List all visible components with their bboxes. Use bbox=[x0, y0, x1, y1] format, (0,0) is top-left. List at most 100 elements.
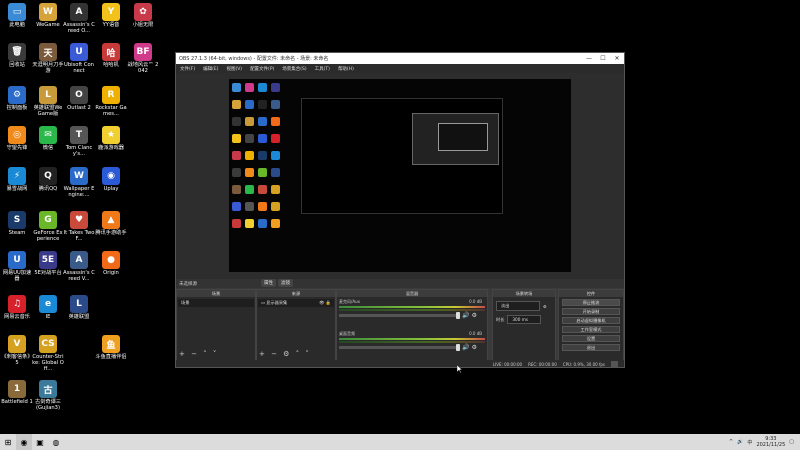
menu-help[interactable]: 帮助(H) bbox=[334, 66, 358, 72]
desktop-icon[interactable]: A Assassin's Creed V... bbox=[63, 249, 95, 293]
desktop-icon[interactable]: 天天涯明月刀手游 bbox=[32, 41, 64, 85]
notification-icon[interactable]: ▢ bbox=[789, 439, 794, 445]
desktop-icon[interactable]: W WeGame bbox=[32, 1, 64, 45]
menu-file[interactable]: 文件(F) bbox=[176, 66, 199, 72]
preview-mini-icon bbox=[258, 117, 267, 126]
scenes-toolbar[interactable]: + − ˄ ˅ bbox=[179, 350, 218, 358]
desktop-icon[interactable]: T Tom Clancy's... bbox=[63, 124, 95, 168]
desktop-icon[interactable]: ✿ 小姐无限 bbox=[127, 1, 159, 45]
desktop-icon[interactable]: L 英雄联盟 bbox=[63, 293, 95, 337]
desktop-icon[interactable]: ⚙ 控制面板 bbox=[1, 84, 33, 128]
menu-scene-collection[interactable]: 场景集合(S) bbox=[278, 66, 310, 72]
app-icon: 🗑 bbox=[8, 43, 26, 61]
desktop-icon[interactable]: ◉ Uplay bbox=[95, 165, 127, 209]
desktop-icon[interactable]: e IE bbox=[32, 293, 64, 337]
qq-taskbar-icon[interactable]: ◍ bbox=[48, 434, 64, 450]
audio-mixer-dock: 混音器 麦克风/Aux 0.0 dB 🔊 ⚙ 桌面音频 0.0 dB 🔊 ⚙ bbox=[336, 289, 488, 361]
desktop-icon[interactable]: W Wallpaper Engine:... bbox=[63, 165, 95, 209]
desktop-icon-label: Counter-Strike: Global Off... bbox=[32, 354, 64, 372]
menu-view[interactable]: 视图(V) bbox=[222, 66, 246, 72]
menu-tools[interactable]: 工具(T) bbox=[311, 66, 334, 72]
app-icon: 天 bbox=[39, 43, 57, 61]
visibility-icon[interactable]: 👁 🔒 bbox=[319, 300, 331, 306]
desktop-icon[interactable]: A Assassin's Creed O... bbox=[63, 1, 95, 45]
preview-mini-icon bbox=[232, 117, 241, 126]
transition-select[interactable]: 淡出 bbox=[496, 301, 540, 311]
settings-button[interactable]: 设置 bbox=[562, 335, 620, 342]
menu-profile[interactable]: 配置文件(P) bbox=[246, 66, 278, 72]
studio-mode-button[interactable]: 工作室模式 bbox=[562, 326, 620, 333]
start-button-icon[interactable]: ⊞ bbox=[0, 434, 16, 450]
desktop-icon[interactable]: 哈哈哈机 bbox=[95, 41, 127, 85]
gear-icon[interactable]: ⚙ bbox=[543, 304, 547, 309]
desktop-icon[interactable]: Y YY语音 bbox=[95, 1, 127, 45]
desktop-icon[interactable]: G GeForce Experience bbox=[32, 209, 64, 253]
exit-button[interactable]: 退出 bbox=[562, 344, 620, 351]
taskbar: ⊞ ◉ ▣ ◍ ^ 🔊 中 9:33 2021/11/25 ▢ bbox=[0, 434, 800, 450]
obs-titlebar[interactable]: OBS 27.1.3 (64-bit, windows) - 配置文件: 未命名… bbox=[176, 53, 624, 64]
desktop-icon[interactable]: BF 战地风云™ 2042 bbox=[127, 41, 159, 85]
stop-streaming-button[interactable]: 停止推流 bbox=[562, 299, 620, 306]
obs-taskbar-icon[interactable]: ◉ bbox=[16, 434, 32, 450]
preview-mini-icon bbox=[232, 202, 241, 211]
minimize-button[interactable]: — bbox=[582, 55, 596, 62]
tray-chevron-icon[interactable]: ^ bbox=[729, 439, 733, 445]
desktop-icon-label: Battlefield 1 bbox=[1, 399, 33, 405]
scene-item[interactable]: 场景 bbox=[178, 299, 254, 307]
desktop-icon[interactable]: R Rockstar Games... bbox=[95, 84, 127, 128]
desktop-icon-label: Tom Clancy's... bbox=[65, 145, 93, 157]
desktop-icon[interactable]: ▭ 此电脑 bbox=[1, 1, 33, 45]
desktop-icon[interactable]: L 英雄联盟WeGame版 bbox=[32, 84, 64, 128]
duration-input[interactable]: 300 ms bbox=[507, 315, 542, 324]
desktop-icon[interactable]: ♥ It Takes Two F... bbox=[63, 209, 95, 253]
desktop-icon[interactable]: O Outlast 2 bbox=[63, 84, 95, 128]
clock[interactable]: 9:33 2021/11/25 bbox=[756, 436, 785, 448]
desktop-icon[interactable]: ✉ 微信 bbox=[32, 124, 64, 168]
desktop-icon[interactable]: 1 Battlefield 1 bbox=[1, 378, 33, 422]
desktop-icon[interactable]: ⚡ 暴雪战网 bbox=[1, 165, 33, 209]
wegame-taskbar-icon[interactable]: ▣ bbox=[32, 434, 48, 450]
desktop-icon[interactable]: V 《刺客信条》 5 bbox=[1, 333, 33, 377]
volume-knob[interactable] bbox=[456, 344, 460, 351]
scenes-dock: 场景 场景 + − ˄ ˅ bbox=[176, 289, 256, 361]
desktop-icon[interactable]: U 网易UU加速器 bbox=[1, 249, 33, 293]
speaker-gear-icon[interactable]: 🔊 ⚙ bbox=[462, 312, 477, 319]
desktop-icon[interactable]: ▲ 腾讯手游助手 bbox=[95, 209, 127, 253]
app-icon: 1 bbox=[8, 380, 26, 398]
properties-button[interactable]: 属性 bbox=[261, 279, 276, 287]
volume-slider[interactable] bbox=[339, 344, 460, 351]
virtual-camera-button[interactable]: 启动虚拟摄像机 bbox=[562, 317, 620, 324]
obs-window[interactable]: OBS 27.1.3 (64-bit, windows) - 配置文件: 未命名… bbox=[175, 52, 625, 368]
desktop-icon[interactable]: ● Origin bbox=[95, 249, 127, 293]
desktop-icon[interactable]: 5E 5E对战平台 bbox=[32, 249, 64, 293]
desktop-icon-label: 英雄联盟WeGame版 bbox=[33, 105, 63, 117]
start-recording-button[interactable]: 开始录制 bbox=[562, 308, 620, 315]
desktop-icon-label: Assassin's Creed O... bbox=[63, 22, 95, 34]
desktop-icon[interactable]: S Steam bbox=[1, 209, 33, 253]
maximize-button[interactable]: ☐ bbox=[596, 55, 610, 62]
sources-dock: 来源 ▭ 显示器采集 👁 🔒 + − ⚙ ˄ ˅ bbox=[256, 289, 336, 361]
sources-toolbar[interactable]: + − ⚙ ˄ ˅ bbox=[259, 350, 311, 358]
volume-slider[interactable] bbox=[339, 312, 460, 319]
desktop-icon[interactable]: ◎ 守望先锋 bbox=[1, 124, 33, 168]
preview-area[interactable] bbox=[176, 73, 624, 281]
source-item[interactable]: ▭ 显示器采集 👁 🔒 bbox=[258, 299, 334, 307]
desktop-icon[interactable]: CS Counter-Strike: Global Off... bbox=[32, 333, 64, 377]
ime-icon[interactable]: 中 bbox=[747, 439, 752, 446]
filters-button[interactable]: 滤镜 bbox=[278, 279, 293, 287]
volume-icon[interactable]: 🔊 bbox=[737, 439, 743, 445]
desktop-icon[interactable]: Q 腾讯QQ bbox=[32, 165, 64, 209]
desktop-icon[interactable]: 鱼斗鱼直播伴侣 bbox=[95, 333, 127, 377]
menu-edit[interactable]: 编辑(E) bbox=[199, 66, 222, 72]
desktop-icon[interactable]: ★ 鹿派游戏器 bbox=[95, 124, 127, 168]
desktop-icon[interactable]: U Ubisoft Connect bbox=[63, 41, 95, 85]
desktop-icon[interactable]: 古古剑奇谭三 (Gujian3) bbox=[32, 378, 64, 422]
app-icon: ♫ bbox=[8, 295, 26, 313]
desktop-icon[interactable]: ♫ 网易云音乐 bbox=[1, 293, 33, 337]
desktop-icon[interactable]: 🗑 回收站 bbox=[1, 41, 33, 85]
volume-knob[interactable] bbox=[456, 312, 460, 319]
preview-mini-icon bbox=[258, 202, 267, 211]
speaker-gear-icon[interactable]: 🔊 ⚙ bbox=[462, 344, 477, 351]
close-button[interactable]: ✕ bbox=[610, 55, 624, 62]
desktop-icon-label: Wallpaper Engine:... bbox=[63, 186, 95, 198]
